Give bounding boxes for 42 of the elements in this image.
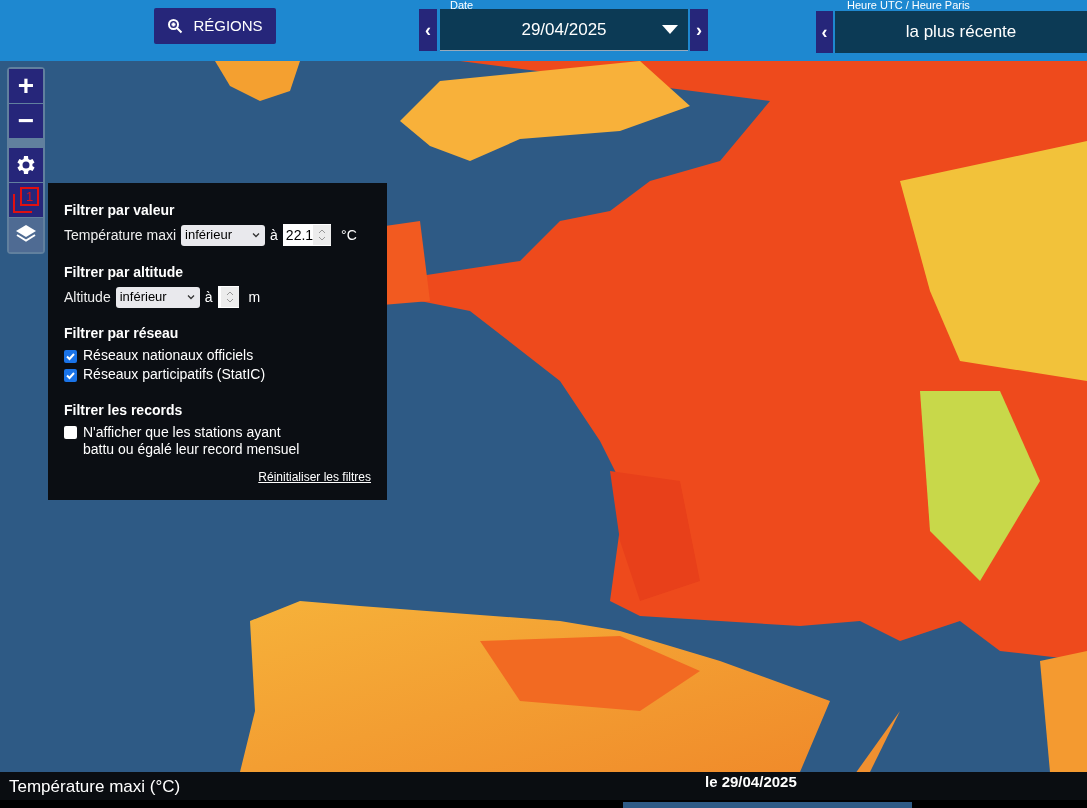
time-label: Heure UTC / Heure Paris	[847, 0, 970, 11]
filter-label: Température maxi	[64, 225, 177, 245]
reset-filters-link[interactable]: Réinitialiser les filtres	[258, 468, 371, 486]
connector-label: à	[204, 287, 213, 307]
section-title: Filtrer les records	[64, 401, 184, 420]
checkbox[interactable]	[64, 350, 77, 363]
section-title: Filtrer par altitude	[64, 263, 185, 282]
operator-dropdown[interactable]: inférieur	[115, 286, 200, 308]
regions-button[interactable]: RÉGIONS	[154, 8, 276, 44]
section-title: Filtrer par réseau	[64, 324, 180, 343]
layers-button[interactable]	[9, 218, 43, 252]
checkbox-label: Réseaux nationaux officiels	[83, 347, 254, 364]
connector-label: à	[270, 225, 278, 245]
checkbox-label: N'afficher que les stations ayant battu ou égalé leur record mensuel	[83, 424, 301, 458]
date-caption: le 29/04/2025	[705, 773, 797, 791]
badge-count: 1	[20, 187, 39, 206]
chevron-down-icon	[185, 292, 196, 302]
dropdown-triangle-icon	[662, 25, 678, 35]
checkbox[interactable]	[64, 369, 77, 382]
filter-label: Altitude	[64, 287, 111, 307]
zoom-in-button[interactable]: +	[9, 69, 43, 103]
zoom-in-icon	[167, 18, 184, 34]
date-dropdown[interactable]: 29/04/2025	[440, 9, 688, 51]
date-label: Date	[450, 0, 474, 11]
unit-label: °C	[341, 225, 357, 245]
operator-dropdown[interactable]: inférieur	[181, 224, 266, 246]
next-date-button[interactable]: ›	[690, 9, 708, 51]
section-title: Filtrer par valeur	[64, 201, 176, 220]
zoom-out-button[interactable]: −	[9, 104, 43, 138]
settings-button[interactable]	[9, 148, 43, 182]
spinner-arrows-icon	[225, 290, 234, 304]
checkbox-label: Réseaux participatifs (StatIC)	[83, 366, 266, 383]
previous-date-button[interactable]: ‹	[419, 9, 437, 51]
spinner-arrows-icon	[318, 228, 327, 242]
chevron-down-icon	[251, 230, 262, 240]
unit-label: m	[248, 287, 261, 307]
time-dropdown[interactable]: la plus récente	[835, 11, 1087, 53]
previous-time-button[interactable]: ‹	[816, 11, 833, 53]
checkbox[interactable]	[64, 426, 77, 439]
number-field[interactable]	[217, 286, 239, 308]
legend-title: Température maxi (°C)	[9, 776, 181, 798]
number-field[interactable]: 22.1	[282, 224, 332, 246]
